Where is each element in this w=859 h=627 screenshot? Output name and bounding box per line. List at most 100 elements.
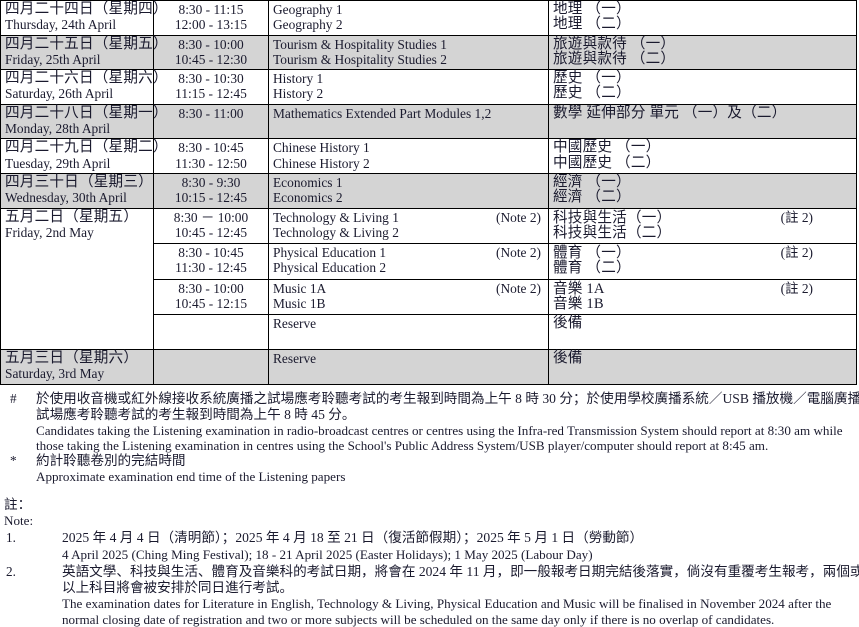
cell-time: 8:30 - 10:45 11:30 - 12:45 xyxy=(153,243,269,280)
cell-date: 四月二十四日（星期四） Thursday, 24th April xyxy=(0,0,168,36)
cell-subject-zh: 後備 xyxy=(548,314,857,350)
footnotes-block: # 於使用收音機或紅外線接收系統廣播之試場應考聆聽考試的考生報到時間為上午 8 時… xyxy=(0,391,859,485)
subject-en: History 2 xyxy=(273,86,324,102)
cell-subject-en: Geography 1 Geography 2 xyxy=(268,0,549,36)
cell-date: 五月三日（星期六） Saturday, 3rd May xyxy=(0,348,154,385)
subject-en: Music 1A xyxy=(273,280,327,296)
footnote-line-en: Candidates taking the Listening examinat… xyxy=(36,422,843,438)
subject-en: Tourism & Hospitality Studies 2 xyxy=(273,51,447,67)
examination-timetable: 四月二十四日（星期四） Thursday, 24th April 8:30 - 11… xyxy=(0,0,857,385)
cell-subject-en: Reserve xyxy=(268,314,549,350)
time-slot: 8:30 - 10:00 xyxy=(178,36,244,52)
subject-zh: 旅遊與款待 （二） xyxy=(553,50,676,67)
subject-en: Physical Education 1 xyxy=(273,245,387,261)
table-row: 四月二十五日（星期五） Friday, 25th April 8:30 - 10:0… xyxy=(0,34,857,71)
footnote-row: * 約計聆聽卷別的完結時間 Approximate examination end … xyxy=(4,453,859,484)
subject-zh xyxy=(553,332,557,347)
subject-en: Music 1B xyxy=(273,296,326,312)
time-slot: 10:45 - 12:15 xyxy=(174,296,248,312)
subject-zh: 地理 （二） xyxy=(553,16,631,33)
time-slot: 8:30 - 10:30 xyxy=(178,71,244,87)
cell-subject-en: Economics 1 Economics 2 xyxy=(268,172,549,209)
note-marker-zh: (註 2) xyxy=(780,280,813,296)
subject-en: Chinese History 2 xyxy=(273,155,370,171)
date-zh: 四月三十日（星期三） xyxy=(5,173,153,190)
note-marker-en: (Note 2) xyxy=(496,209,541,225)
footnote-line-zh: 試場應考聆聽考試的考生報到時間為上午 8 時 45 分。 xyxy=(36,406,356,422)
table-row: 四月二十六日（星期六） Saturday, 26th April 8:30 - 10… xyxy=(0,69,857,105)
subject-en xyxy=(273,121,276,136)
notes-heading-zh: 註： xyxy=(4,497,32,513)
subject-en: Geography 2 xyxy=(273,17,343,33)
subject-zh: 經濟 （二） xyxy=(553,189,631,206)
note-number: 1. xyxy=(6,530,16,546)
subject-en: Mathematics Extended Part Modules 1,2 xyxy=(273,105,492,121)
cell-date: 四月三十日（星期三） Wednesday, 30th April xyxy=(0,172,154,209)
cell-time xyxy=(153,314,269,350)
subject-en: Technology & Living 1 xyxy=(273,209,399,225)
table-row: 四月二十八日（星期一） Monday, 28th April 8:30 - 11:0… xyxy=(0,103,857,140)
subject-en: Geography 1 xyxy=(273,2,343,17)
subject-zh: 地理 （一） xyxy=(553,1,631,17)
cell-subject-zh: 地理 （一） 地理 （二） xyxy=(548,0,857,36)
date-zh: 五月三日（星期六） xyxy=(5,349,139,366)
time-slot: 8:30 - 11:00 xyxy=(178,105,244,121)
cell-date: 四月二十八日（星期一） Monday, 28th April xyxy=(0,103,168,140)
date-zh: 四月二十八日（星期一） xyxy=(5,104,168,121)
note-item: 1. 2025 年 4 月 4 日（清明節）；2025 年 4 月 18 至 21… xyxy=(4,530,859,562)
subject-zh: 科技與生活（一） xyxy=(553,209,672,226)
cell-time: 8:30 - 10:00 10:45 - 12:15 xyxy=(153,278,269,316)
date-en: Friday, 2nd May xyxy=(5,224,94,240)
cell-subject-en: Reserve xyxy=(268,348,549,385)
time-slot: 12:00 - 13:15 xyxy=(174,17,248,33)
date-en: Saturday, 26th April xyxy=(5,86,114,102)
date-zh: 四月二十四日（星期四） xyxy=(5,1,168,17)
cell-subject-zh: 數學 延伸部分 單元 （一）及（二） xyxy=(548,103,857,140)
note-body: 英語文學、科技與生活、體育及音樂科的考試日期，將會在 2024 年 11 月，即… xyxy=(62,564,859,627)
footnote-body: 約計聆聽卷別的完結時間 Approximate examination end t… xyxy=(36,453,859,484)
subject-en: Physical Education 2 xyxy=(273,260,387,276)
cell-subject-zh: 體育 （一） (註 2) 體育 （二） xyxy=(548,243,857,280)
cell-subject-zh: 歷史 （一） 歷史 （二） xyxy=(548,69,857,105)
subject-en: Reserve xyxy=(273,350,317,366)
cell-time: 8:30 － 10:00 10:45 - 12:45 xyxy=(153,207,269,245)
cell-date: 四月二十九日（星期二） Tuesday, 29th April xyxy=(0,138,168,174)
notes-list: 1. 2025 年 4 月 4 日（清明節）；2025 年 4 月 18 至 21… xyxy=(0,530,859,627)
subject-zh: 數學 延伸部分 單元 （一）及（二） xyxy=(553,104,787,121)
footnote-line-en: Approximate examination end time of the … xyxy=(36,468,346,484)
note-marker-en: (Note 2) xyxy=(496,245,541,261)
cell-time: 8:30 - 9:30 10:15 - 12:45 xyxy=(153,172,269,209)
subject-en xyxy=(273,332,276,347)
footnote-marker: * xyxy=(10,452,17,468)
cell-time: 8:30 - 10:00 10:45 - 12:30 xyxy=(153,34,269,71)
cell-time: 8:30 - 10:30 11:15 - 12:45 xyxy=(153,69,269,105)
footnote-row: # 於使用收音機或紅外線接收系統廣播之試場應考聆聽考試的考生報到時間為上午 8 時… xyxy=(4,391,859,453)
subject-zh: 音樂 1B xyxy=(553,296,604,313)
time-slot: 10:45 - 12:45 xyxy=(174,224,248,240)
time-slot xyxy=(158,316,264,331)
subject-en: History 1 xyxy=(273,71,324,87)
subject-en: Reserve xyxy=(273,316,317,332)
footnote-body: 於使用收音機或紅外線接收系統廣播之試場應考聆聽考試的考生報到時間為上午 8 時 … xyxy=(36,391,859,453)
time-slot: 10:45 - 12:30 xyxy=(174,51,248,67)
note-body: 2025 年 4 月 4 日（清明節）；2025 年 4 月 18 至 21 日… xyxy=(62,530,859,562)
subject-zh: 後備 xyxy=(553,315,583,332)
cell-time: 8:30 - 10:45 11:30 - 12:50 xyxy=(153,138,269,174)
cell-subject-zh: 中國歷史 （一） 中國歷史 （二） xyxy=(548,138,857,174)
subject-en: Chinese History 1 xyxy=(273,140,370,156)
table-row: 四月三十日（星期三） Wednesday, 30th April 8:30 - 9:… xyxy=(0,172,857,209)
note-marker-zh: (註 2) xyxy=(780,245,813,261)
cell-subject-en: Chinese History 1 Chinese History 2 xyxy=(268,138,549,174)
table-row: 五月三日（星期六） Saturday, 3rd May Reserve 後備 xyxy=(0,348,857,385)
time-slot xyxy=(158,121,264,136)
cell-date: 四月二十五日（星期五） Friday, 25th April xyxy=(0,34,168,71)
table-row: 五月二日（星期五） Friday, 2nd May 8:30 － 10:00 10:4… xyxy=(0,207,857,350)
cell-date: 五月二日（星期五） Friday, 2nd May xyxy=(0,207,154,350)
subject-en: Economics 2 xyxy=(273,190,343,206)
date-zh: 四月二十九日（星期二） xyxy=(5,139,168,156)
time-slot: 11:15 - 12:45 xyxy=(175,86,247,102)
date-zh: 五月二日（星期五） xyxy=(5,208,139,225)
cell-subject-en: Physical Education 1 (Note 2) Physical Edu… xyxy=(268,243,549,280)
cell-subject-en: Music 1A (Note 2) Music 1B xyxy=(268,278,549,316)
notes-heading: 註： Note: xyxy=(0,497,859,528)
